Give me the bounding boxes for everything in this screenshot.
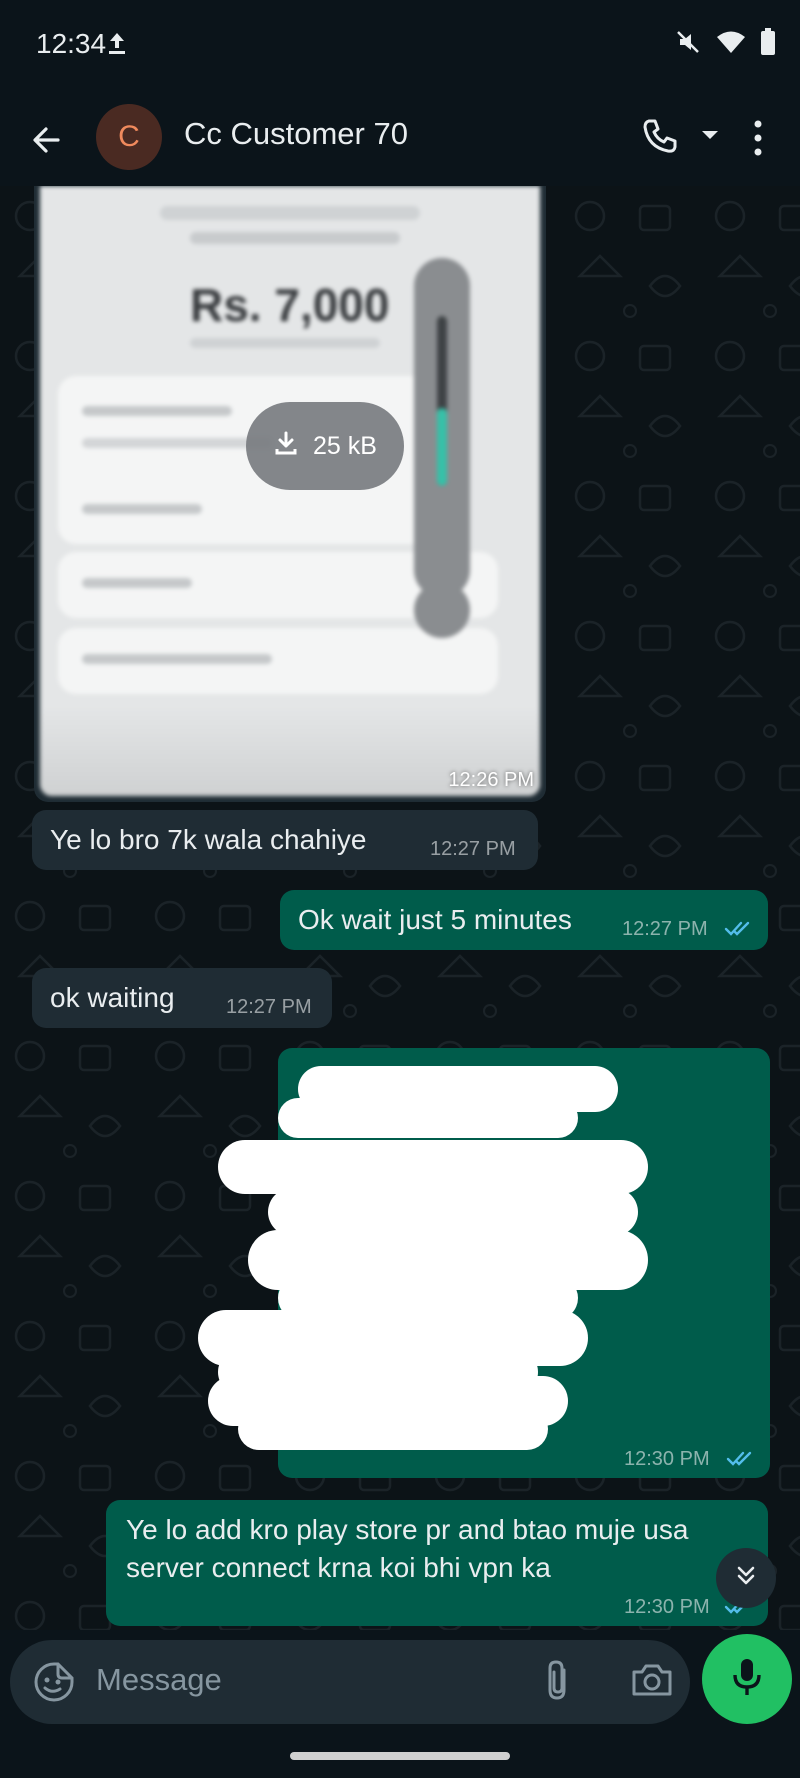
scroll-down-button[interactable] [716,1548,776,1608]
message-time: 12:30 PM [624,1596,710,1618]
status-bar: 12:34 [0,0,800,90]
mute-icon [674,28,702,61]
message-incoming[interactable]: Ye lo bro 7k wala chahiye 12:27 PM [32,810,538,870]
image-preview: Rs. 7,000 [40,186,540,796]
mic-button[interactable] [702,1634,792,1724]
message-input[interactable]: Message [96,1662,222,1698]
status-time: 12:34 [36,28,107,59]
message-outgoing[interactable]: Ok wait just 5 minutes 12:27 PM [280,890,768,950]
back-arrow-icon[interactable] [26,118,70,162]
message-incoming[interactable]: ok waiting 12:27 PM [32,968,332,1028]
message-text-line: Ye lo add kro play store pr and btao muj… [126,1514,689,1545]
battery-icon [760,28,776,61]
redaction-scribble [198,1066,648,1450]
avatar[interactable]: C [96,104,162,170]
read-ticks-icon [726,1450,756,1473]
message-composer[interactable]: Message [10,1640,690,1724]
download-button[interactable]: 25 kB [246,402,404,490]
image-message[interactable]: Rs. 7,000 25 kB 12:26 PM [34,186,546,802]
system-nav-bar [0,1728,800,1778]
message-outgoing[interactable]: Ye lo add kro play store pr and btao muj… [106,1500,768,1626]
message-outgoing-redacted[interactable]: 12:30 PM [198,1048,770,1478]
upload-icon [106,30,128,61]
phone-icon[interactable] [640,116,680,161]
scroll-down-icon [733,1563,759,1594]
message-time: 12:30 PM [624,1448,710,1470]
dropdown-icon[interactable] [700,128,720,147]
chat-area[interactable]: Rs. 7,000 25 kB 12:26 PM Ye lo bro 7k wa [0,186,800,1630]
message-text: ok waiting [50,982,175,1013]
home-gesture-pill[interactable] [290,1752,510,1760]
sticker-icon[interactable] [32,1660,76,1709]
preview-amount: Rs. 7,000 [190,279,390,331]
contact-name[interactable]: Cc Customer 70 [184,116,408,152]
mic-icon [729,1655,765,1704]
message-text: Ok wait just 5 minutes [298,904,572,935]
message-time: 12:27 PM [622,918,708,940]
chat-header: C Cc Customer 70 [0,90,800,186]
message-time: 12:26 PM [448,769,534,791]
message-text-line: server connect krna koi bhi vpn ka [126,1552,551,1583]
message-time: 12:27 PM [430,838,516,860]
download-icon [273,430,299,463]
wifi-icon [716,29,746,60]
download-size: 25 kB [313,431,377,460]
message-time: 12:27 PM [226,996,312,1018]
camera-icon[interactable] [630,1660,674,1705]
message-text: Ye lo bro 7k wala chahiye [50,824,367,855]
read-ticks-icon [724,920,754,943]
more-icon[interactable] [750,118,766,163]
attach-icon[interactable] [540,1658,576,1709]
